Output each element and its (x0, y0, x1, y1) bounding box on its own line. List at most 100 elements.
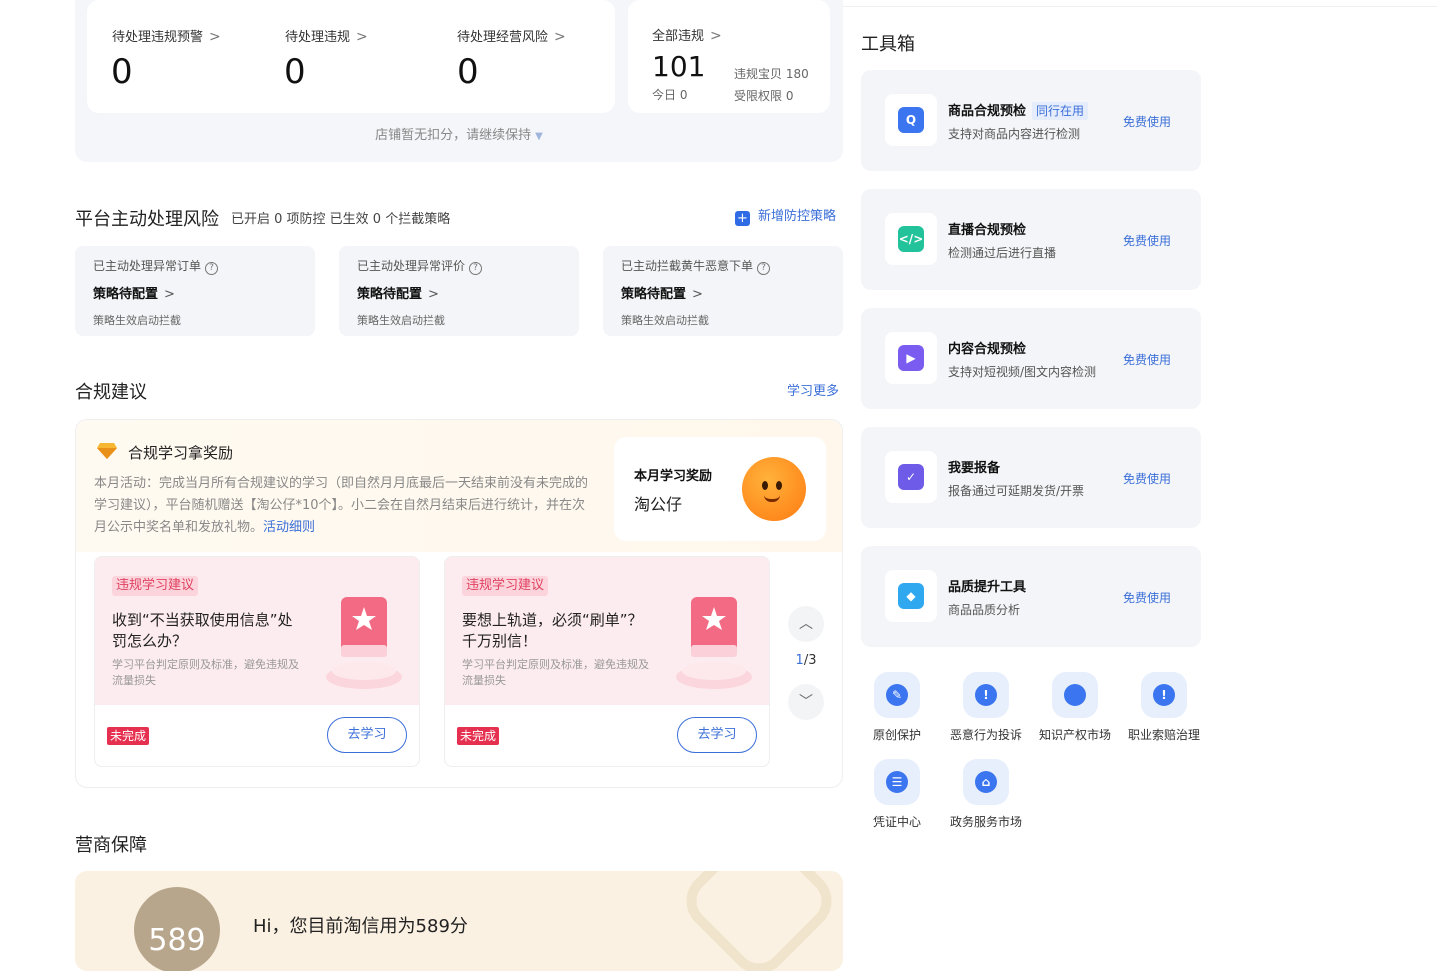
stat-pending-warning-value: 0 (111, 52, 133, 92)
risk-card-note: 策略生效启动拦截 (93, 314, 181, 327)
tool-description: 检测通过后进行直播 (948, 246, 1057, 260)
quick-ip-market[interactable]: 知识产权市场 (1030, 672, 1120, 743)
learning-tag: 违规学习建议 (462, 576, 549, 596)
risk-card-status: 策略待配置 (93, 287, 159, 302)
stat-pending-risk[interactable]: 待处理经营风险 > (457, 26, 566, 45)
tool-description: 支持对商品内容进行检测 (948, 127, 1081, 141)
stat-violation-items: 违规宝贝 180 (734, 67, 809, 81)
platform-risk-summary: 已开启 0 项防控 已生效 0 个拦截策略 (231, 212, 451, 227)
chevron-right-icon: > (164, 287, 175, 302)
violation-stats-panel: 待处理违规预警 > 0 待处理违规 > 0 待处理经营风险 > 0 全部违规 > 101… (75, 0, 843, 162)
pager: 1/3 (795, 653, 817, 668)
tool-content-precheck[interactable]: ▶ 内容合规预检 支持对短视频/图文内容检测 免费使用 (861, 308, 1201, 409)
help-icon[interactable]: ? (205, 262, 219, 275)
stat-restricted-permissions: 受限权限 0 (734, 89, 794, 103)
tool-quality-improvement[interactable]: ◆ 品质提升工具 商品品质分析 免费使用 (861, 546, 1201, 647)
pending-stats-card: 待处理违规预警 > 0 待处理违规 > 0 待处理经营风险 > 0 (87, 0, 615, 113)
credit-score-badge: 589 (134, 887, 220, 971)
risk-card-label: 已主动处理异常订单 (93, 259, 202, 273)
chevron-up-icon: ︿ (799, 616, 813, 632)
envelope-check-icon: ✓ (898, 464, 924, 490)
platform-risk-title: 平台主动处理风险 (75, 209, 219, 230)
help-icon[interactable]: ? (757, 262, 771, 275)
add-strategy-button[interactable]: + 新增防控策略 (735, 205, 836, 226)
monthly-reward-value: 淘公仔 (634, 495, 683, 514)
bulb-icon (1064, 684, 1086, 706)
stat-pending-violation[interactable]: 待处理违规 > (285, 26, 368, 45)
help-icon[interactable]: ? (469, 262, 483, 275)
tool-name: 商品合规预检 (948, 104, 1027, 119)
reward-description: 本月活动：完成当月所有合规建议的学习（即自然月月底最后一天结束前没有未完成的学习… (94, 476, 589, 535)
ticket-icon: ☰ (886, 771, 908, 793)
stat-pending-warning[interactable]: 待处理违规预警 > (112, 26, 221, 45)
tool-live-precheck[interactable]: </> 直播合规预检 检测通过后进行直播 免费使用 (861, 189, 1201, 290)
stat-pending-risk-value: 0 (457, 52, 479, 92)
triangle-down-icon: ▼ (535, 131, 543, 142)
risk-card-label: 已主动拦截黄牛恶意下单 (621, 259, 754, 273)
book-illustration (326, 597, 402, 689)
learning-card[interactable]: 违规学习建议 收到“不当获取使用信息”处罚怎么办？ 学习平台判定原则及标准，避免… (94, 556, 420, 767)
quick-voucher-center[interactable]: ☰ 凭证中心 (852, 759, 942, 830)
credit-score-panel: 589 Hi，您目前淘信用为589分 (75, 871, 843, 971)
free-use-link[interactable]: 免费使用 (1123, 589, 1171, 606)
diamond-icon (97, 443, 117, 459)
toolbox-title: 工具箱 (861, 34, 915, 55)
free-use-link[interactable]: 免费使用 (1123, 113, 1171, 130)
learning-description: 学习平台判定原则及标准，避免违规及流量损失 (462, 658, 649, 687)
learn-more-link[interactable]: 学习更多 (787, 380, 839, 399)
government-icon: ⌂ (975, 771, 997, 793)
free-use-link[interactable]: 免费使用 (1123, 232, 1171, 249)
risk-card-status: 策略待配置 (621, 287, 687, 302)
merchant-protection-title: 营商保障 (75, 835, 147, 856)
quick-claim-governance[interactable]: ! 职业索赔治理 (1119, 672, 1209, 743)
alert-icon: ! (975, 684, 997, 706)
status-badge: 未完成 (457, 727, 500, 745)
scroll-down-button[interactable]: ﹀ (788, 684, 824, 720)
chevron-right-icon: > (428, 287, 439, 302)
tool-name: 品质提升工具 (948, 580, 1027, 595)
book-illustration (676, 597, 752, 689)
risk-card-orders[interactable]: 已主动处理异常订单? 策略待配置 > 策略生效启动拦截 (75, 246, 315, 336)
credit-greeting: Hi，您目前淘信用为589分 (253, 916, 468, 937)
chevron-right-icon: > (692, 287, 703, 302)
learning-title: 要想上轨道，必须“刷单”？千万别信！ (462, 611, 643, 650)
alert-icon: ! (1153, 684, 1175, 706)
plus-icon: + (735, 211, 750, 226)
all-violations-card: 全部违规 > 101 今日 0 违规宝贝 180 受限权限 0 (628, 0, 830, 113)
tool-product-precheck[interactable]: Q 商品合规预检 同行在用 支持对商品内容进行检测 免费使用 (861, 70, 1201, 171)
risk-card-scalpers[interactable]: 已主动拦截黄牛恶意下单? 策略待配置 > 策略生效启动拦截 (603, 246, 843, 336)
risk-card-note: 策略生效启动拦截 (357, 314, 445, 327)
tool-report-filing[interactable]: ✓ 我要报备 报备通过可延期发货/开票 免费使用 (861, 427, 1201, 528)
activity-rules-link[interactable]: 活动细则 (263, 520, 315, 535)
shield-search-icon: Q (898, 107, 924, 133)
scroll-up-button[interactable]: ︿ (788, 606, 824, 642)
risk-card-status: 策略待配置 (357, 287, 423, 302)
risk-card-label: 已主动处理异常评价 (357, 259, 466, 273)
stat-all-violations[interactable]: 全部违规 > (652, 25, 722, 44)
start-learning-button[interactable]: 去学习 (327, 717, 407, 753)
chevron-right-icon: > (356, 29, 368, 45)
diamond-icon: ◆ (898, 583, 924, 609)
learning-title: 收到“不当获取使用信息”处罚怎么办？ (112, 611, 293, 650)
deduction-note[interactable]: 店铺暂无扣分，请继续保持 ▼ (75, 124, 843, 143)
quick-government-market[interactable]: ⌂ 政务服务市场 (941, 759, 1031, 830)
free-use-link[interactable]: 免费使用 (1123, 351, 1171, 368)
stat-pending-violation-value: 0 (284, 52, 306, 92)
tool-tag: 同行在用 (1032, 102, 1089, 120)
free-use-link[interactable]: 免费使用 (1123, 470, 1171, 487)
tool-name: 内容合规预检 (948, 342, 1027, 357)
status-badge: 未完成 (107, 727, 150, 745)
quick-malicious-complaint[interactable]: ! 恶意行为投诉 (941, 672, 1031, 743)
tool-name: 我要报备 (948, 461, 1001, 476)
learning-card[interactable]: 违规学习建议 要想上轨道，必须“刷单”？千万别信！ 学习平台判定原则及标准，避免… (444, 556, 770, 767)
stat-all-violations-value: 101 (652, 50, 706, 83)
risk-card-reviews[interactable]: 已主动处理异常评价? 策略待配置 > 策略生效启动拦截 (339, 246, 579, 336)
monthly-reward-label: 本月学习奖励 (634, 469, 713, 484)
start-learning-button[interactable]: 去学习 (677, 717, 757, 753)
reward-title: 合规学习拿奖励 (128, 444, 234, 462)
chevron-right-icon: > (554, 29, 566, 45)
compliance-panel: 合规学习拿奖励 本月活动：完成当月所有合规建议的学习（即自然月月底最后一天结束前… (75, 419, 843, 788)
quick-original-protection[interactable]: ✎ 原创保护 (852, 672, 942, 743)
learning-tag: 违规学习建议 (112, 576, 199, 596)
tool-description: 商品品质分析 (948, 603, 1021, 617)
